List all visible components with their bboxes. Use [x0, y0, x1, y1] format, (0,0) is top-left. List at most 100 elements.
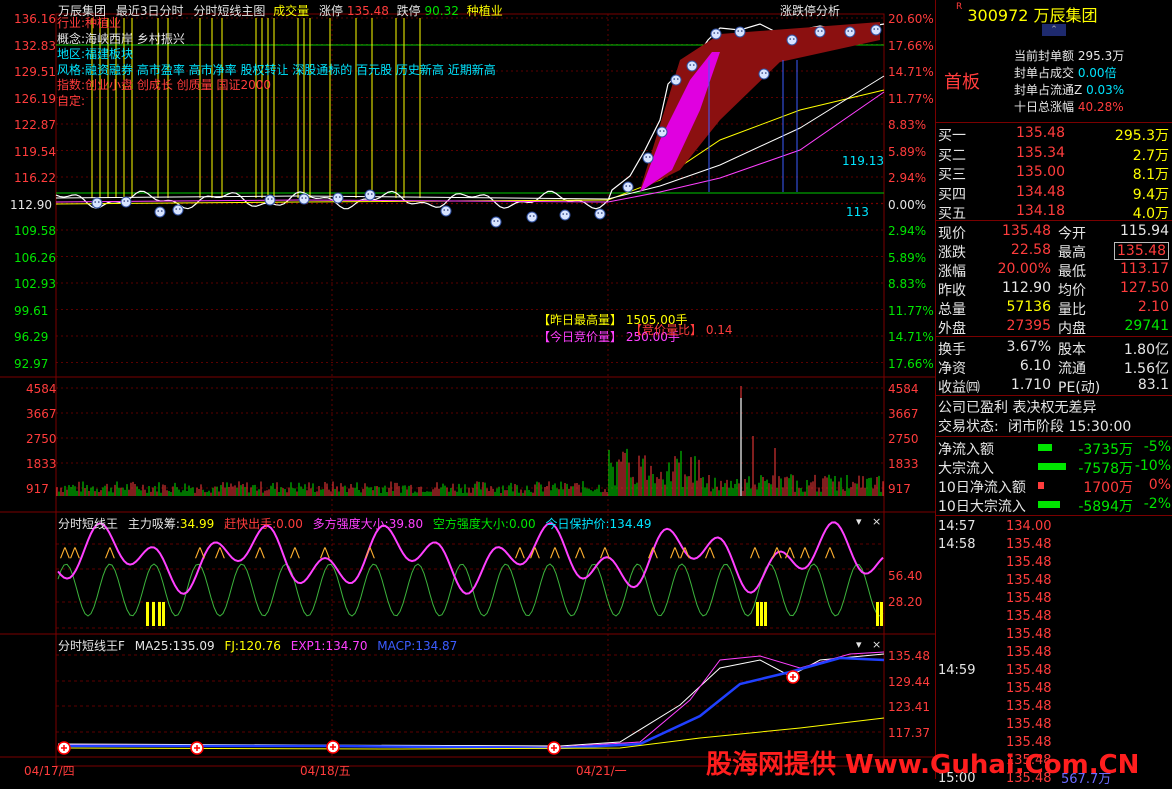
face-marker-icon [490, 216, 502, 228]
bid-row[interactable]: 买三 135.00 8.1万 [936, 164, 1172, 183]
tick-row[interactable]: 135.48 [936, 645, 1172, 663]
signal-icon: ⋀ [364, 545, 375, 559]
tick-row[interactable]: 135.48 [936, 681, 1172, 699]
accumulation-bar [880, 602, 883, 626]
tick-row[interactable]: 135.48 [936, 699, 1172, 717]
signal-icon: ⋀ [749, 545, 760, 559]
quote-title: R 300972 万辰集团 [956, 2, 1098, 26]
price-tick-right: 5.89% [888, 250, 927, 265]
price-tick-left: 136.16 [14, 12, 56, 26]
tick-row[interactable]: 14:57 134.00 [936, 519, 1172, 537]
quote-value: 2.10 [1137, 299, 1169, 315]
tick-row[interactable]: 135.48 [936, 591, 1172, 609]
quote-value: 115.94 [1120, 223, 1169, 239]
panel1-main-value: 34.99 [179, 517, 215, 531]
quote-label: 总量 [938, 302, 966, 318]
signal-icon: ⋀ [549, 545, 560, 559]
panel2-close-icon[interactable]: × [872, 638, 881, 651]
flow-pct: 0% [1148, 477, 1171, 493]
bid-label: 买三 [938, 167, 966, 183]
signal-icon: ⋀ [319, 545, 330, 559]
face-marker-icon [734, 26, 746, 38]
index-line: 指数:创业小盘 创成长 创质量 国证2000 [57, 78, 272, 92]
quote-code: 300972 [967, 6, 1029, 25]
bid-row[interactable]: 买四 134.48 9.4万 [936, 184, 1172, 203]
divider [936, 515, 1172, 516]
bid-price: 134.18 [1016, 203, 1065, 219]
bid-row[interactable]: 买一 135.48 295.3万 [936, 125, 1172, 144]
panel1-menu-icon[interactable]: ▾ [856, 515, 862, 528]
price-tick-right: 14.71% [888, 330, 934, 344]
face-marker-icon [686, 60, 698, 72]
today-auction-label: 【今日竞价量】 [538, 330, 623, 344]
accumulation-bar [162, 602, 165, 626]
collapse-icon[interactable]: ⌃ [1042, 24, 1066, 36]
panel2-fj-label: FJ: [224, 639, 239, 653]
tick-row[interactable]: 135.48 [936, 609, 1172, 627]
signal-icon: ⋀ [104, 545, 115, 559]
tick-price: 135.48 [1006, 573, 1052, 588]
quote-label: 均价 [1058, 283, 1086, 299]
panel2-ma25-value: 135.09 [172, 639, 215, 653]
tick-price: 135.48 [1006, 681, 1052, 696]
accumulation-bar [876, 602, 879, 626]
tick-row[interactable]: 14:58 135.48 [936, 537, 1172, 555]
quote-row: 总量 57136 量比 2.10 [936, 299, 1172, 318]
price-tick-right: 2.94% [888, 224, 927, 238]
face-marker-icon [298, 193, 310, 205]
panel1-title[interactable]: 分时短线王 [58, 517, 118, 531]
quote-row: 涨跌 22.58 最高 135.48 [936, 242, 1172, 261]
bid-price: 135.34 [1016, 144, 1065, 161]
buy-signal-icon [547, 741, 561, 755]
buy-signal-icon [190, 741, 204, 755]
flow-row: 10日净流入额 1700万 0% [936, 477, 1172, 496]
r-badge-icon: R [956, 2, 963, 12]
price-tick-left: 109.58 [14, 224, 56, 238]
prev-high-volume-label: 【昨日最高量】 [538, 313, 623, 327]
tick-row[interactable]: 135.48 [936, 717, 1172, 735]
signal-icon: ⋀ [679, 545, 690, 559]
bid-row[interactable]: 买二 135.34 2.7万 [936, 144, 1172, 164]
bid-label: 买四 [938, 186, 966, 203]
flow-pct: -2% [1143, 496, 1171, 512]
flow-value: -5894万 [1078, 499, 1133, 515]
face-marker-icon [758, 68, 770, 80]
buy-signal-icon [326, 740, 340, 754]
quote-row: 涨幅 20.00% 最低 113.17 [936, 261, 1172, 280]
auction-ratio-label: 【竞价量比】 [630, 323, 703, 337]
seal-amount-label: 当前封单额 [1014, 49, 1075, 63]
face-marker-icon [670, 74, 682, 86]
price-tick-right: 8.83% [888, 277, 927, 291]
divider [936, 336, 1172, 337]
face-marker-icon [440, 205, 452, 217]
panel2-title[interactable]: 分时短线王F [58, 639, 125, 653]
seal-amount-value: 295.3万 [1077, 49, 1125, 63]
quote-label: 现价 [938, 226, 966, 242]
price-tick-right: 8.83% [888, 118, 927, 132]
tick-row[interactable]: 135.48 [936, 555, 1172, 573]
volume-tick-left: 2750 [26, 432, 57, 446]
tick-row[interactable]: 14:59 135.48 [936, 663, 1172, 681]
face-marker-icon [154, 206, 166, 218]
face-marker-icon [844, 26, 856, 38]
signal-icon: ⋀ [574, 545, 585, 559]
bid-row[interactable]: 买五 134.18 4.0万 [936, 203, 1172, 222]
signal-icon: ⋀ [59, 545, 70, 559]
price-tick-left: 119.54 [14, 144, 56, 159]
signal-icon: ⋀ [669, 545, 680, 559]
signal-icon: ⋀ [799, 545, 810, 559]
divider [936, 220, 1172, 221]
panel2-axis-4: 117.37 [888, 726, 930, 740]
price-tick-left: 106.26 [14, 250, 56, 265]
volume-tick-right: 1833 [888, 457, 919, 471]
tick-row[interactable]: 135.48 [936, 573, 1172, 591]
panel2-menu-icon[interactable]: ▾ [856, 638, 862, 651]
price-tick-right: 2.94% [888, 171, 927, 185]
tick-row[interactable]: 135.48 [936, 627, 1172, 645]
price-tick-left: 92.97 [14, 356, 49, 371]
fundamental-value: 1.80亿 [1123, 342, 1169, 358]
panel1-close-icon[interactable]: × [872, 515, 881, 528]
limit-analysis-link[interactable]: 涨跌停分析 [780, 2, 840, 19]
volume-tick-left: 917 [26, 482, 49, 496]
flow-bar [1038, 482, 1044, 489]
